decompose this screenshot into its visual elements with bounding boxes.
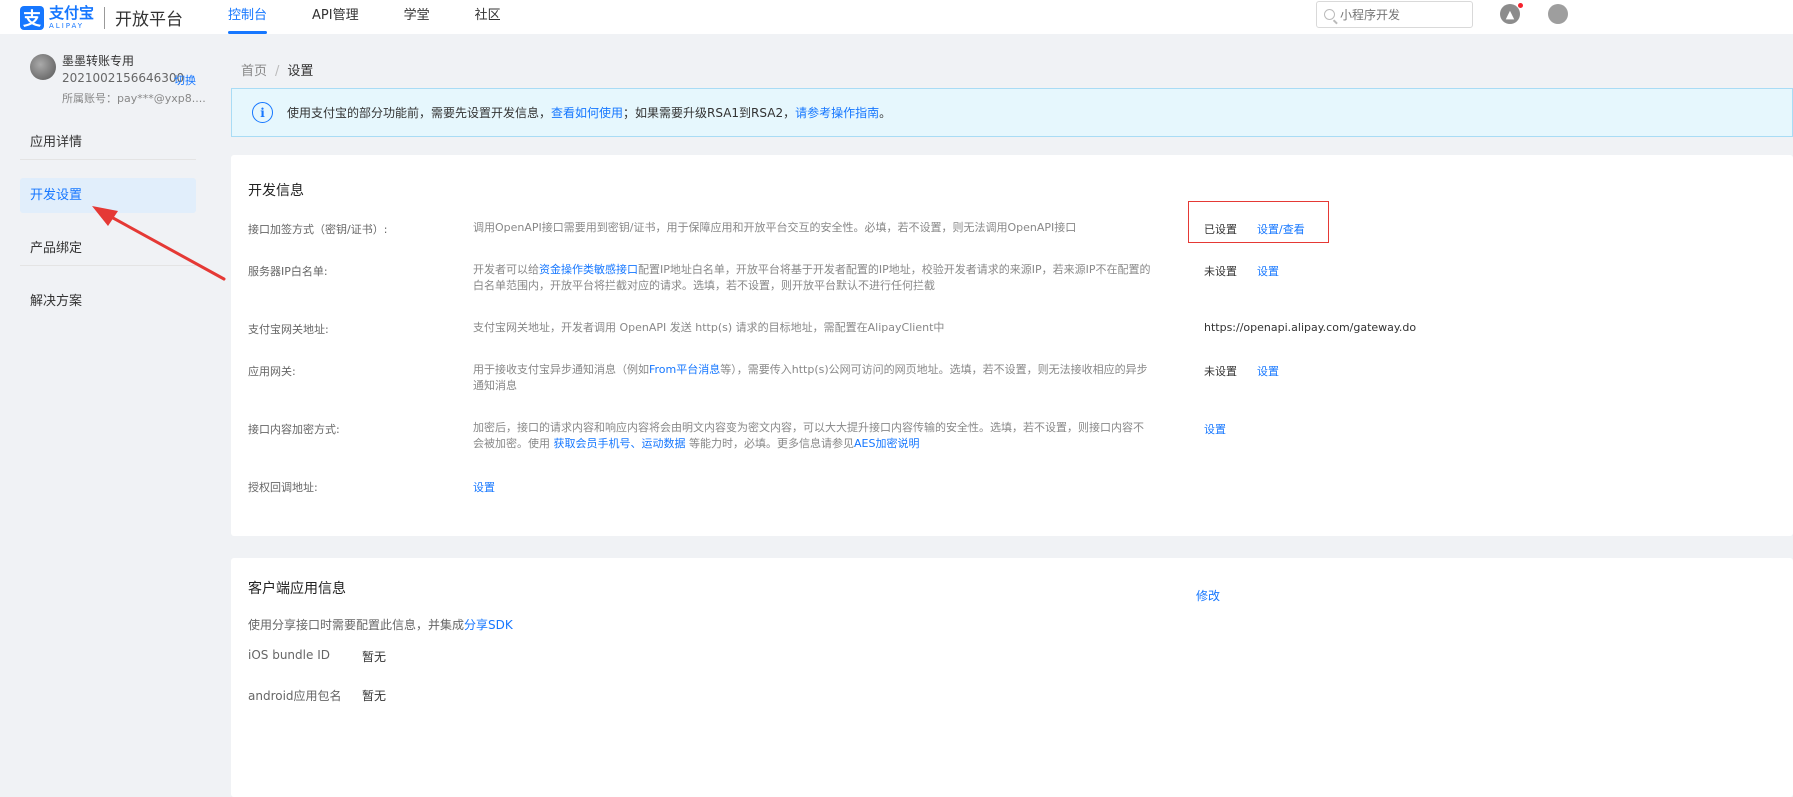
- row-label-sign-method: 接口加签方式（密钥/证书）:: [248, 223, 388, 236]
- logo-en: ALIPAY: [49, 21, 85, 30]
- app-gateway-set-button[interactable]: 设置: [1257, 363, 1279, 379]
- client-info-desc: 使用分享接口时需要配置此信息，并集成分享SDK: [248, 616, 513, 633]
- sports-data-link[interactable]: 运动数据: [642, 437, 686, 450]
- dev-info-card: 开发信息 接口加签方式（密钥/证书）: 调用OpenAPI接口需要用到密钥/证书…: [231, 155, 1793, 536]
- notice-text-2: ；如果需要升级RSA1到RSA2，: [623, 106, 796, 120]
- platform-title: 开放平台: [115, 10, 184, 30]
- notice-text-1: 使用支付宝的部分功能前，需要先设置开发信息，: [287, 106, 552, 120]
- row-desc-sign-method: 调用OpenAPI接口需要用到密钥/证书，用于保障应用和开放平台交互的安全性。必…: [473, 221, 1077, 234]
- sidebar-item-app-details[interactable]: 应用详情: [20, 125, 196, 160]
- member-phone-link[interactable]: 获取会员手机号: [554, 437, 631, 450]
- android-package-label: android应用包名: [248, 689, 342, 703]
- logo-text: 支付宝 ALIPAY: [49, 3, 95, 30]
- search-input[interactable]: [1340, 7, 1460, 22]
- appgw-desc-a: 用于接收支付宝异步通知消息（例如: [473, 363, 649, 376]
- logo-divider: [104, 6, 106, 29]
- row-desc-ip-whitelist: 开发者可以给资金操作类敏感接口配置IP地址白名单，开放平台将基于开发者配置的IP…: [473, 262, 1151, 294]
- sign-method-set-view-button[interactable]: 设置/查看: [1257, 221, 1305, 237]
- nav-academy[interactable]: 学堂: [404, 0, 430, 34]
- main-nav: 控制台 API管理 学堂 社区: [228, 0, 546, 34]
- breadcrumb-current: 设置: [287, 64, 314, 79]
- alipay-logo-icon: 支: [20, 5, 44, 30]
- gateway-url: https://openapi.alipay.com/gateway.do: [1204, 321, 1417, 334]
- row-status-app-gateway: 未设置: [1204, 365, 1237, 378]
- row-status-sign-method: 已设置: [1204, 223, 1237, 236]
- row-label-gateway: 支付宝网关地址:: [248, 323, 329, 336]
- search-icon: [1324, 9, 1335, 20]
- sensitive-api-link[interactable]: 资金操作类敏感接口: [539, 263, 638, 276]
- sidebar-item-product-binding[interactable]: 产品绑定: [20, 231, 196, 266]
- notification-dot: [1518, 3, 1523, 8]
- share-sdk-link[interactable]: 分享SDK: [464, 618, 513, 632]
- sidebar-item-solutions[interactable]: 解决方案: [20, 284, 196, 319]
- client-info-edit-button[interactable]: 修改: [1196, 587, 1220, 604]
- ios-bundle-value: 暂无: [362, 650, 387, 664]
- enc-desc-b: 等能力时，必填。更多信息请参见: [685, 437, 854, 450]
- app-name: 墨墨转账专用: [62, 54, 135, 68]
- row-label-content-encryption: 接口内容加密方式:: [248, 423, 340, 436]
- notice-text-3: 。: [879, 106, 892, 120]
- ip-whitelist-set-button[interactable]: 设置: [1257, 263, 1279, 279]
- enc-desc-mid: 、: [630, 437, 642, 450]
- nav-api-management[interactable]: API管理: [312, 0, 359, 34]
- search-box[interactable]: [1316, 1, 1473, 28]
- row-desc-content-encryption: 加密后，接口的请求内容和响应内容将会由明文内容变为密文内容，可以大大提升接口内容…: [473, 420, 1151, 452]
- row-status-ip-whitelist: 未设置: [1204, 265, 1237, 278]
- breadcrumb-separator: /: [275, 64, 280, 79]
- breadcrumb: 首页 / 设置: [241, 60, 313, 79]
- sidebar-item-dev-settings[interactable]: 开发设置: [20, 178, 196, 213]
- aes-doc-link[interactable]: AES加密说明: [854, 437, 919, 450]
- row-desc-gateway: 支付宝网关地址，开发者调用 OpenAPI 发送 http(s) 请求的目标地址…: [473, 321, 945, 334]
- side-menu: 应用详情 开发设置 产品绑定 解决方案: [20, 125, 196, 337]
- alipay-logo[interactable]: 支 支付宝 ALIPAY 开放平台: [20, 5, 183, 30]
- notice-link-guide[interactable]: 请参考操作指南: [795, 104, 879, 121]
- client-desc-text: 使用分享接口时需要配置此信息，并集成: [248, 618, 465, 632]
- client-info-card: 客户端应用信息 修改 使用分享接口时需要配置此信息，并集成分享SDK iOS b…: [231, 558, 1793, 797]
- info-icon: i: [252, 102, 273, 123]
- nav-community[interactable]: 社区: [475, 0, 501, 34]
- app-avatar: [30, 54, 56, 80]
- nav-console[interactable]: 控制台: [228, 0, 268, 34]
- top-bar: 支 支付宝 ALIPAY 开放平台 控制台 API管理 学堂 社区 ▲: [0, 0, 1793, 34]
- row-desc-app-gateway: 用于接收支付宝异步通知消息（例如From平台消息等），需要传入http(s)公网…: [473, 362, 1151, 394]
- ip-desc-a: 开发者可以给: [473, 263, 539, 276]
- auth-callback-set-button[interactable]: 设置: [473, 479, 495, 495]
- android-package-value: 暂无: [362, 689, 387, 703]
- notice-link-how-to-use[interactable]: 查看如何使用: [551, 104, 623, 121]
- app-id: 2021002156646300: [62, 71, 185, 85]
- user-avatar[interactable]: [1548, 4, 1568, 24]
- content-encryption-set-button[interactable]: 设置: [1204, 421, 1226, 437]
- platform-message-link[interactable]: From平台消息: [649, 363, 720, 376]
- ios-bundle-label: iOS bundle ID: [248, 648, 330, 662]
- breadcrumb-home[interactable]: 首页: [241, 64, 267, 79]
- logo-cn: 支付宝: [49, 3, 95, 22]
- bell-icon[interactable]: ▲: [1500, 4, 1520, 24]
- sidebar: 墨墨转账专用 2021002156646300 切换 所属账号：pay***@y…: [0, 34, 214, 797]
- client-info-title: 客户端应用信息: [248, 581, 346, 597]
- owner-account: 所属账号：pay***@yxp8....: [62, 92, 206, 105]
- info-notice: i 使用支付宝的部分功能前，需要先设置开发信息， 查看如何使用 ；如果需要升级RSA…: [231, 88, 1793, 137]
- row-label-app-gateway: 应用网关:: [248, 365, 296, 378]
- row-label-auth-callback: 授权回调地址:: [248, 481, 318, 494]
- switch-app-link[interactable]: 切换: [174, 72, 196, 88]
- row-label-ip-whitelist: 服务器IP白名单:: [248, 265, 328, 278]
- dev-info-title: 开发信息: [248, 183, 304, 199]
